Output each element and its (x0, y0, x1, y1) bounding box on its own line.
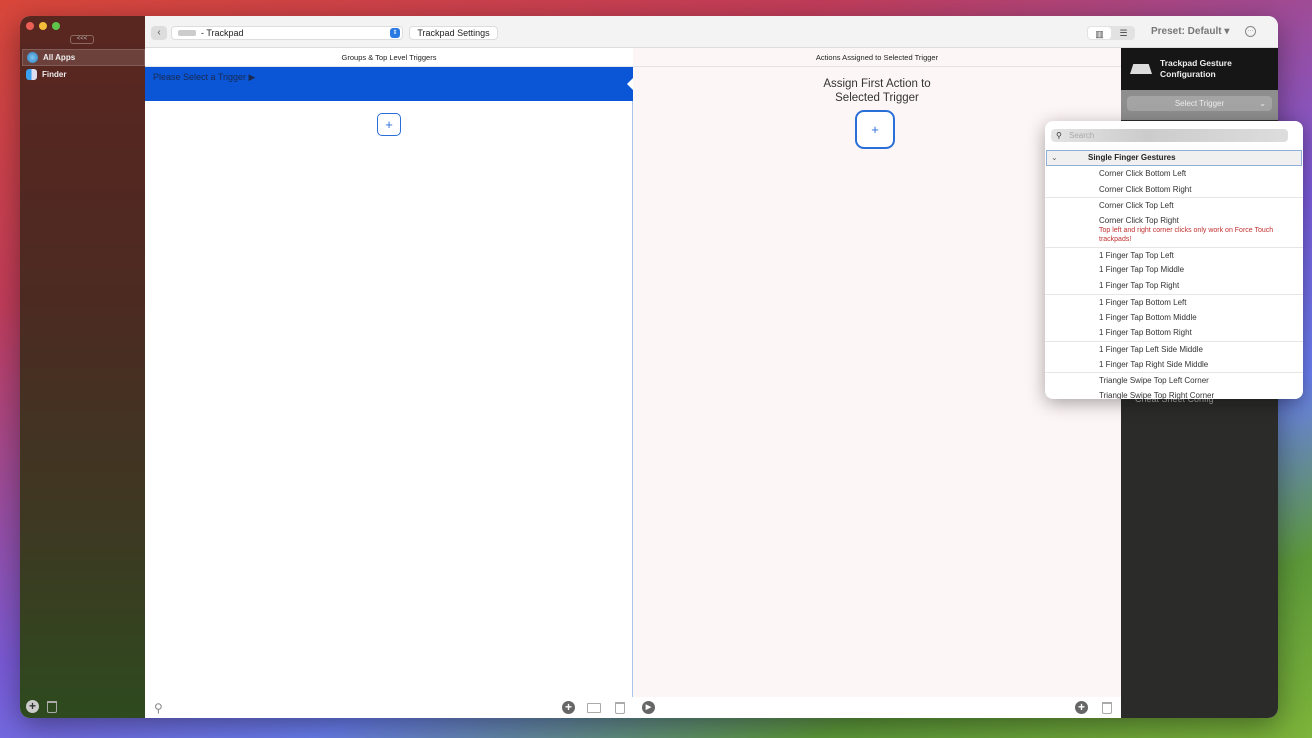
add-action-button[interactable]: + (855, 110, 895, 149)
trash-icon[interactable] (1102, 701, 1112, 714)
chevron-down-icon: ⌄ (1259, 99, 1266, 108)
assign-action-prompt: Assign First Action to Selected Trigger (633, 77, 1121, 105)
collapse-sidebar-button[interactable]: <<< (70, 35, 94, 44)
actions-bottom-bar: ▶ + (633, 697, 1121, 718)
group-label: Single Finger Gestures (1088, 153, 1176, 162)
sidebar-item-finder[interactable]: Finder (22, 66, 145, 83)
trash-icon[interactable] (615, 701, 625, 714)
search-placeholder: Search (1069, 131, 1095, 140)
gesture-item[interactable]: 1 Finger Tap Top Left (1045, 246, 1303, 263)
chevron-down-icon: ⌄ (1051, 153, 1058, 162)
trigger-popover: ⚲ Search ⌄ Single Finger Gestures Corner C… (1045, 121, 1303, 399)
gesture-item[interactable]: Corner Click Bottom Left (1045, 166, 1303, 182)
globe-icon (27, 52, 38, 63)
gesture-note: Top left and right corner clicks only wo… (1099, 226, 1274, 244)
preset-menu[interactable]: Preset: Default ▾ (1151, 26, 1229, 37)
assign-line2: Selected Trigger (835, 92, 919, 104)
actions-header: Actions Assigned to Selected Trigger (633, 48, 1121, 67)
triggers-bottom-bar: ⚲ + (145, 697, 633, 718)
search-icon[interactable]: ⚲ (154, 701, 163, 715)
group-single-finger[interactable]: ⌄ Single Finger Gestures (1046, 150, 1302, 166)
trackpad-settings-button[interactable]: Trackpad Settings (409, 26, 498, 40)
app-sidebar: <<< All Apps Finder + (20, 16, 145, 718)
search-input[interactable]: ⚲ Search (1051, 129, 1288, 142)
gesture-item[interactable]: 1 Finger Tap Left Side Middle (1045, 340, 1303, 357)
triggers-panel: Please Select a Trigger ▶ + (145, 67, 634, 697)
toolbar: ‹ - Trackpad ⇕ Trackpad Settings ▥ ☰ Pre… (145, 16, 1278, 48)
gesture-item[interactable]: Triangle Swipe Top Left Corner (1045, 372, 1303, 388)
gesture-item[interactable]: Corner Click Top Left (1045, 197, 1303, 213)
selected-trigger-row[interactable]: Please Select a Trigger ▶ (145, 67, 634, 101)
add-trigger-button[interactable]: + (377, 113, 401, 136)
groups-header: Groups & Top Level Triggers (145, 48, 633, 67)
gesture-item[interactable]: 1 Finger Tap Bottom Middle (1045, 310, 1303, 326)
close-button[interactable] (26, 22, 34, 30)
trackpad-icon (178, 30, 196, 36)
sidebar-item-label: Finder (42, 70, 67, 79)
device-label: - Trackpad (201, 28, 244, 38)
gesture-list: Corner Click Bottom Left Corner Click Bot… (1045, 166, 1303, 399)
chevron-updown-icon: ⇕ (390, 28, 400, 38)
window-controls (26, 22, 60, 30)
trash-icon[interactable] (47, 700, 57, 713)
more-icon[interactable]: ··· (1245, 26, 1256, 37)
inspector-title-2: Configuration (1160, 69, 1216, 79)
columns-view-icon[interactable]: ▥ (1088, 27, 1111, 39)
back-button[interactable]: ‹ (151, 26, 167, 40)
assign-line1: Assign First Action to (823, 78, 931, 90)
gesture-item[interactable]: 1 Finger Tap Top Right (1045, 278, 1303, 294)
play-icon[interactable]: ▶ (642, 701, 655, 714)
new-folder-icon[interactable] (587, 702, 601, 713)
view-toggle: ▥ ☰ (1087, 26, 1135, 40)
inspector-header: Trackpad Gesture Configuration (1121, 48, 1278, 90)
minimize-button[interactable] (39, 22, 47, 30)
add-app-button[interactable]: + (26, 700, 39, 713)
add-trigger-icon[interactable]: + (562, 701, 575, 714)
gesture-item[interactable]: Corner Click Bottom Right (1045, 182, 1303, 198)
zoom-button[interactable] (52, 22, 60, 30)
select-trigger-label: Select Trigger (1174, 99, 1225, 108)
finder-icon (26, 69, 37, 80)
trigger-row-label: Please Select a Trigger ▶ (153, 72, 256, 82)
device-select[interactable]: - Trackpad ⇕ (171, 26, 403, 40)
gesture-item[interactable]: Triangle Swipe Top Right Corner (1045, 388, 1303, 399)
sidebar-item-all-apps[interactable]: All Apps (22, 49, 145, 66)
gesture-item[interactable]: 1 Finger Tap Right Side Middle (1045, 357, 1303, 373)
gesture-item[interactable]: 1 Finger Tap Bottom Right (1045, 325, 1303, 341)
select-trigger-dropdown[interactable]: Select Trigger ⌄ (1127, 96, 1272, 111)
search-icon: ⚲ (1056, 131, 1062, 140)
gesture-item[interactable]: 1 Finger Tap Top Middle (1045, 262, 1303, 278)
inspector-title: Trackpad Gesture (1160, 58, 1232, 68)
list-view-icon[interactable]: ☰ (1112, 26, 1135, 40)
add-action-icon[interactable]: + (1075, 701, 1088, 714)
trackpad-icon (1130, 64, 1152, 74)
sidebar-item-label: All Apps (43, 53, 76, 62)
gesture-item[interactable]: 1 Finger Tap Bottom Left (1045, 293, 1303, 310)
